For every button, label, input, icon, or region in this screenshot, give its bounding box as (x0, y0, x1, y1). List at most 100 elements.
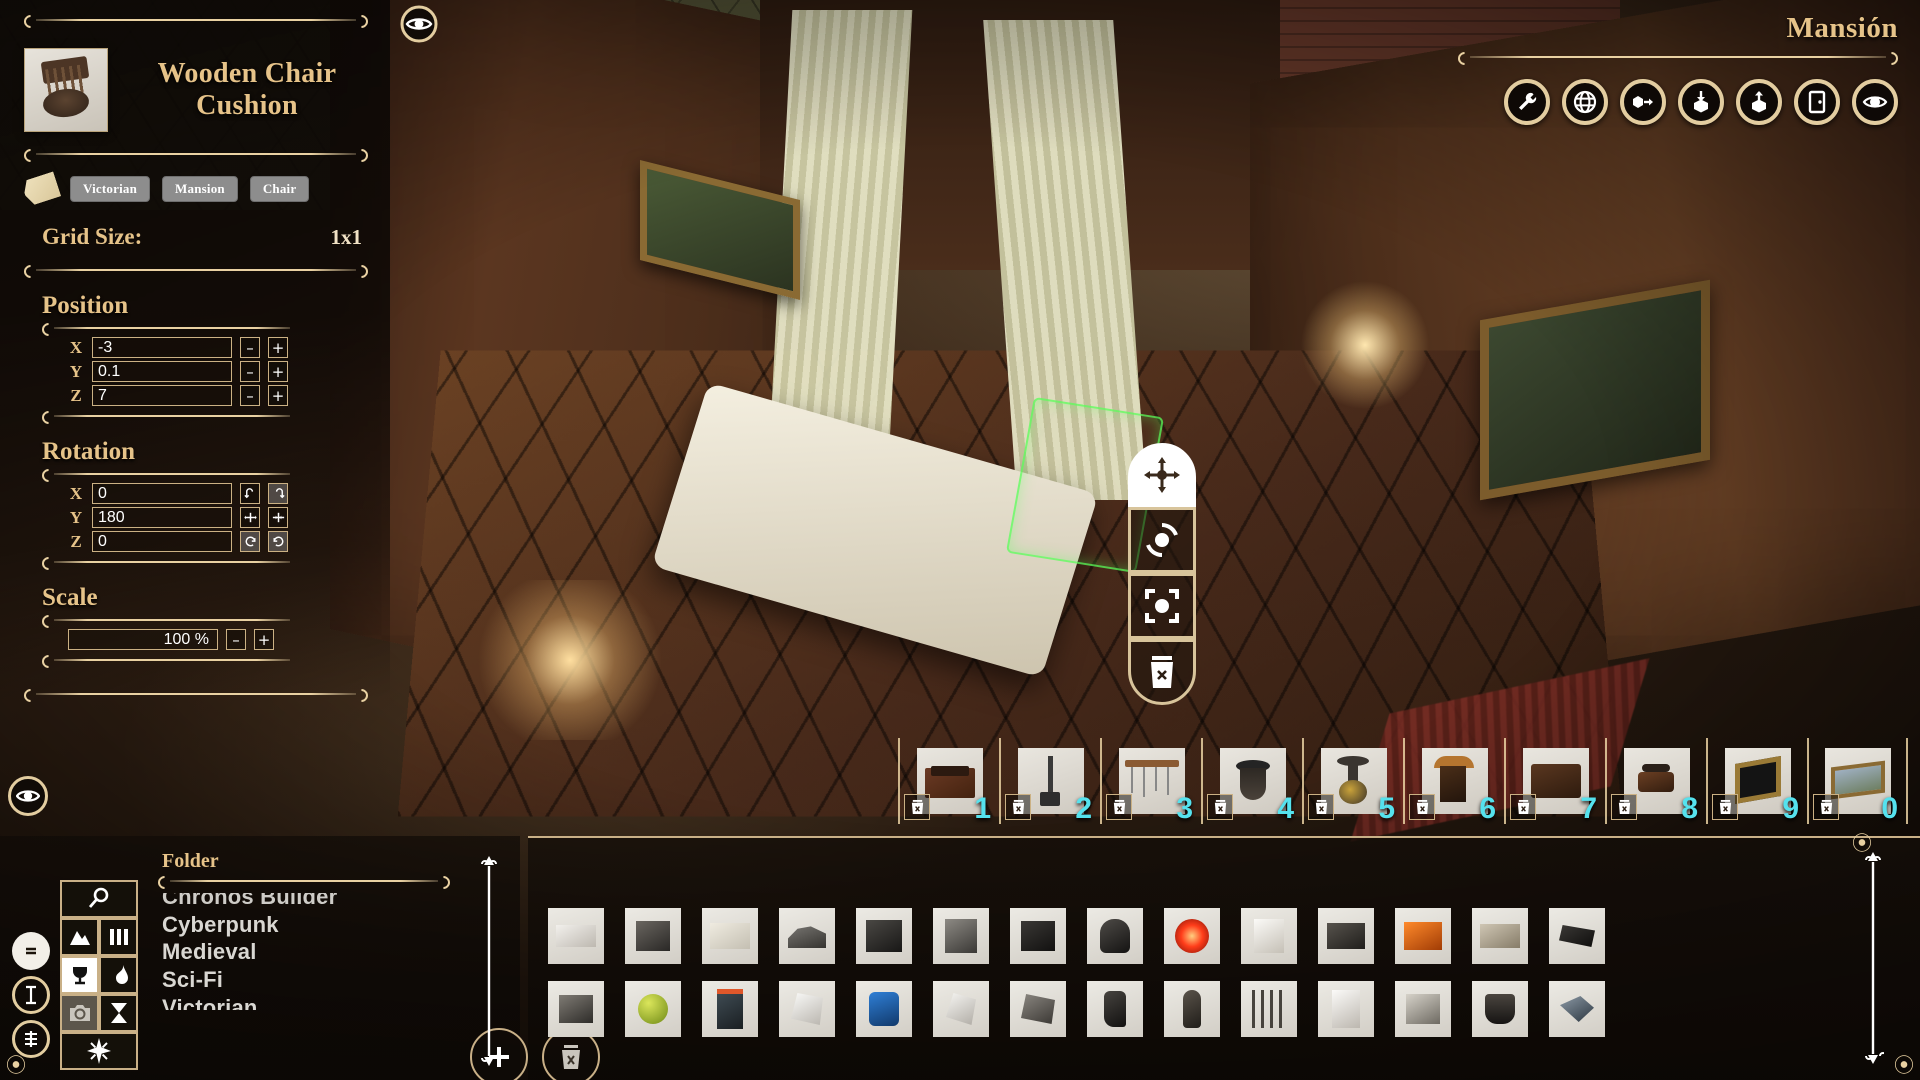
trash-icon[interactable] (1409, 794, 1435, 820)
vertical-scale-icon[interactable] (12, 976, 50, 1014)
trash-icon[interactable] (1813, 794, 1839, 820)
position-y-input[interactable]: 0.1 (92, 361, 232, 382)
trash-icon[interactable] (1510, 794, 1536, 820)
black-pod-chair[interactable] (1087, 908, 1143, 964)
upload-icon[interactable] (1736, 79, 1782, 125)
white-lab-chair[interactable] (933, 981, 989, 1037)
items-scrollbar[interactable] (1862, 850, 1884, 1066)
hotbar-slot-0[interactable]: 0 (1807, 738, 1908, 825)
position-z-decrement[interactable]: – (240, 385, 260, 406)
grey-cabinet[interactable] (933, 908, 989, 964)
orange-machine[interactable] (1395, 908, 1451, 964)
exercise-bike[interactable] (779, 908, 835, 964)
blue-grey-tool[interactable] (1549, 981, 1605, 1037)
trash-icon[interactable] (1207, 794, 1233, 820)
wrench-icon[interactable] (1504, 79, 1550, 125)
download-icon[interactable] (1678, 79, 1724, 125)
camera-icon[interactable] (60, 994, 99, 1032)
dark-cube-speaker[interactable] (625, 908, 681, 964)
white-console-unit[interactable] (548, 908, 604, 964)
position-y-increment[interactable]: + (268, 361, 288, 382)
position-y-decrement[interactable]: – (240, 361, 260, 382)
red-glowing-orb[interactable] (1164, 908, 1220, 964)
green-apple[interactable] (625, 981, 681, 1037)
scale-increment[interactable]: + (254, 629, 274, 650)
rotation-y-yaw-left-button[interactable] (240, 507, 260, 528)
flame-icon[interactable] (99, 956, 138, 994)
eye-icon[interactable] (1852, 79, 1898, 125)
hotbar-slot-7[interactable]: 7 (1504, 738, 1605, 825)
folder-list[interactable]: Chronos Builder Cyberpunk Medieval Sci-F… (152, 893, 462, 1043)
rotation-z-input[interactable]: 0 (92, 531, 232, 552)
globe-icon[interactable] (1562, 79, 1608, 125)
folder-item-medieval[interactable]: Medieval (162, 938, 462, 966)
dark-figurine[interactable] (1164, 981, 1220, 1037)
rotation-x-input[interactable]: 0 (92, 483, 232, 504)
beige-server-box[interactable] (702, 908, 758, 964)
white-office-chair[interactable] (779, 981, 835, 1037)
rotation-x-pitch-down-button[interactable] (240, 483, 260, 504)
trash-icon[interactable] (1611, 794, 1637, 820)
box-export-icon[interactable] (1620, 79, 1666, 125)
folder-item-sci-fi[interactable]: Sci-Fi (162, 966, 462, 994)
goblet-icon[interactable] (60, 956, 99, 994)
folder-item-cyberpunk[interactable]: Cyberpunk (162, 911, 462, 939)
scale-input[interactable]: 100 % (68, 629, 218, 650)
hotbar-slot-2[interactable]: 2 (999, 738, 1100, 825)
door-exit-icon[interactable] (1794, 79, 1840, 125)
rotation-y-yaw-right-button[interactable] (268, 507, 288, 528)
hotbar-slot-5[interactable]: 5 (1302, 738, 1403, 825)
hotbar-slot-8[interactable]: 8 (1605, 738, 1706, 825)
tag-chair[interactable]: Chair (249, 176, 310, 202)
compass-star-icon[interactable] (60, 1032, 138, 1070)
scale-icon[interactable] (1128, 573, 1196, 639)
trash-icon[interactable] (904, 794, 930, 820)
rotation-z-roll-cw-button[interactable] (268, 531, 288, 552)
search-icon[interactable] (60, 880, 138, 918)
grey-recliner[interactable] (1010, 981, 1066, 1037)
arcade-cabinet[interactable] (702, 981, 758, 1037)
position-x-input[interactable]: -3 (92, 337, 232, 358)
rotation-y-input[interactable]: 180 (92, 507, 232, 528)
position-z-increment[interactable]: + (268, 385, 288, 406)
silver-machine[interactable] (1395, 981, 1451, 1037)
wooden-chair-cushion-thumbnail[interactable] (24, 48, 108, 132)
hotbar-slot-1[interactable]: 1 (898, 738, 999, 825)
tag-mansion[interactable]: Mansion (162, 176, 238, 202)
black-device[interactable] (1549, 908, 1605, 964)
pillars-icon[interactable] (99, 918, 138, 956)
stone-block[interactable] (1472, 908, 1528, 964)
top-eye-toggle-button[interactable] (400, 5, 438, 43)
hotbar-slot-6[interactable]: 6 (1403, 738, 1504, 825)
equals-icon[interactable] (12, 932, 50, 970)
scale-decrement[interactable]: – (226, 629, 246, 650)
black-boot[interactable] (1087, 981, 1143, 1037)
rotation-z-roll-ccw-button[interactable] (240, 531, 260, 552)
white-tower-case[interactable] (1318, 981, 1374, 1037)
folder-item-victorian[interactable]: Victorian (162, 994, 462, 1010)
position-x-increment[interactable]: + (268, 337, 288, 358)
hourglass-icon[interactable] (99, 994, 138, 1032)
dark-desk-unit[interactable] (1318, 908, 1374, 964)
trash-icon[interactable] (1712, 794, 1738, 820)
hotbar-slot-9[interactable]: 9 (1706, 738, 1807, 825)
trash-icon[interactable] (1005, 794, 1031, 820)
trash-icon[interactable] (1106, 794, 1132, 820)
white-appliance[interactable] (1241, 908, 1297, 964)
tag-victorian[interactable]: Victorian (70, 176, 151, 202)
black-bucket[interactable] (1472, 981, 1528, 1037)
trash-icon[interactable] (1308, 794, 1334, 820)
grey-scanner[interactable] (548, 981, 604, 1037)
position-x-decrement[interactable]: – (240, 337, 260, 358)
delete-icon[interactable] (1128, 639, 1196, 705)
black-tower-pc[interactable] (856, 908, 912, 964)
rack-of-rods[interactable] (1241, 981, 1297, 1037)
folder-scrollbar[interactable] (478, 854, 500, 1068)
dark-crt-monitor[interactable] (1010, 908, 1066, 964)
inspector-visibility-toggle[interactable] (8, 776, 48, 816)
rotation-x-pitch-up-button[interactable] (268, 483, 288, 504)
blue-seat[interactable] (856, 981, 912, 1037)
hotbar-slot-3[interactable]: 3 (1100, 738, 1201, 825)
hotbar-slot-4[interactable]: 4 (1201, 738, 1302, 825)
move-icon[interactable] (1128, 443, 1196, 507)
